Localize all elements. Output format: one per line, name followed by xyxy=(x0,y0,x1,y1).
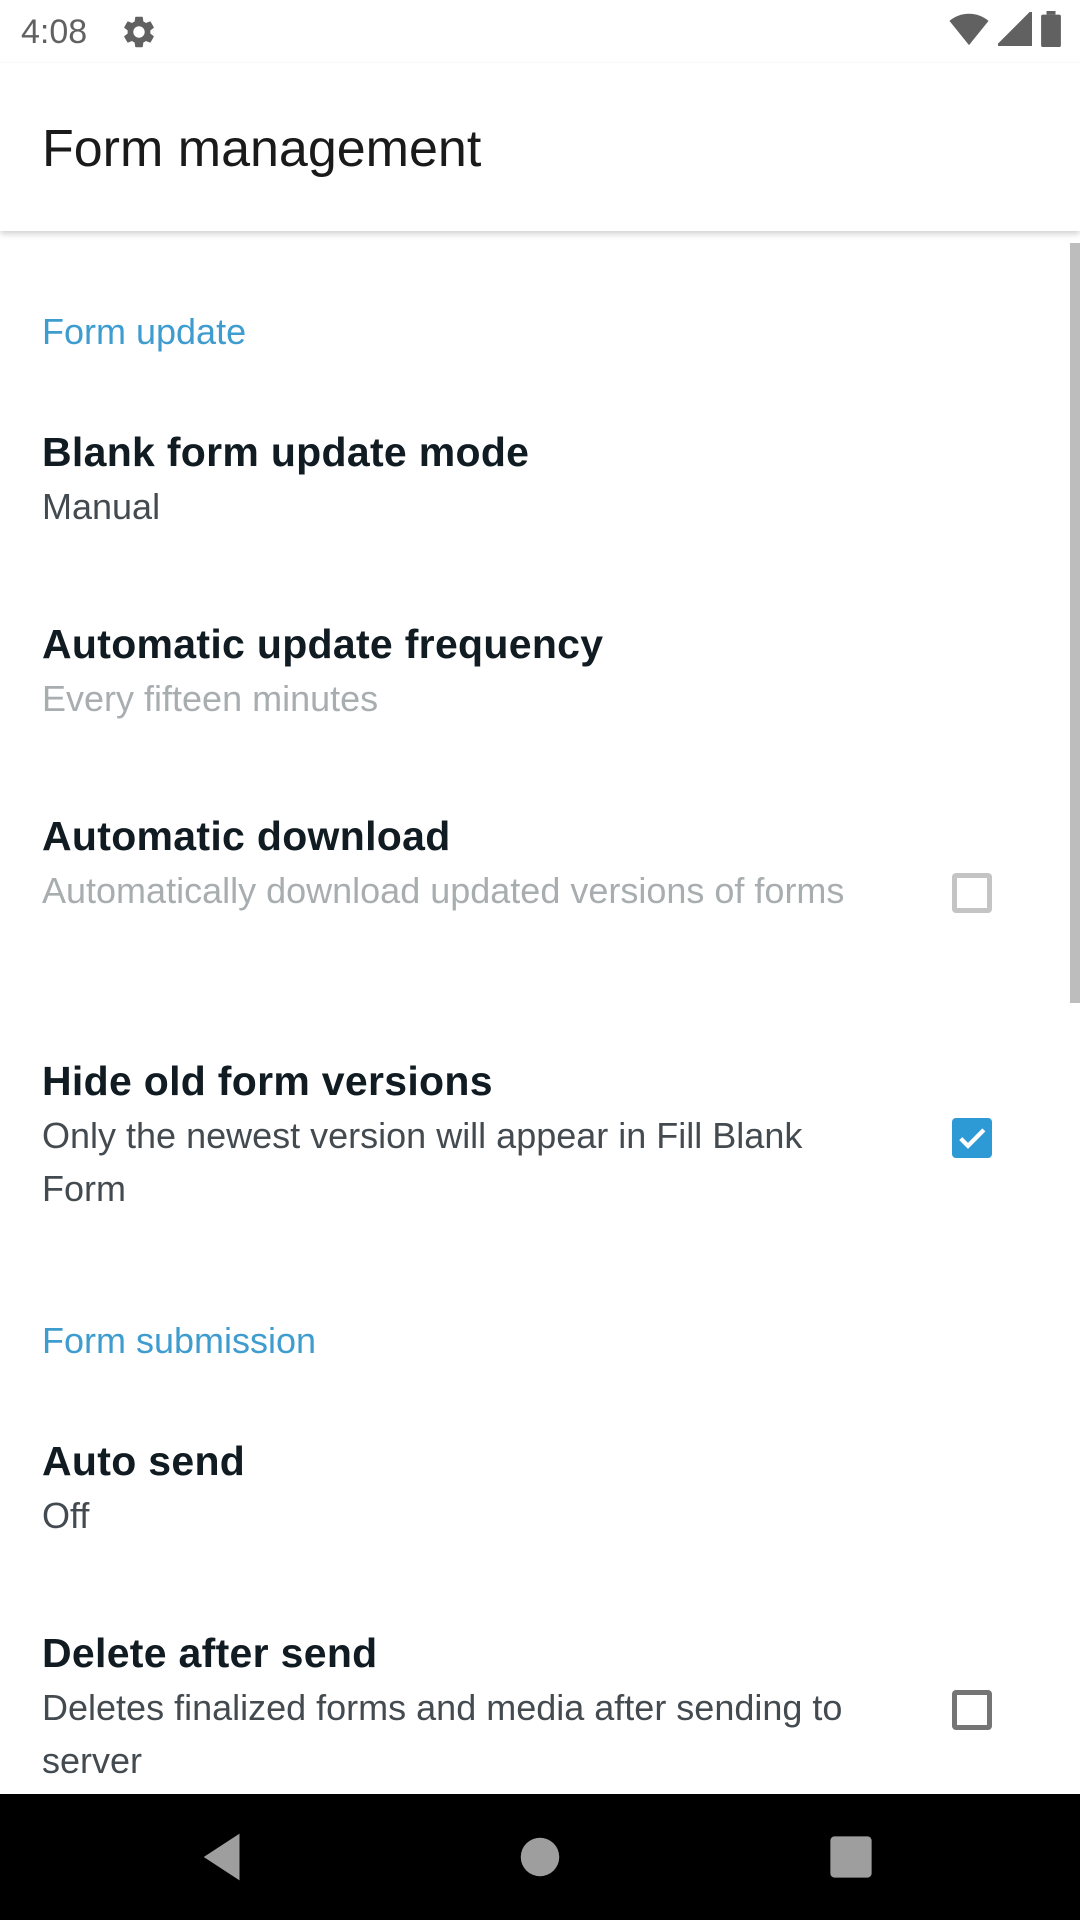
pref-automatic-update-frequency[interactable]: Automatic update frequency Every fifteen… xyxy=(0,618,1080,758)
pref-title: Auto send xyxy=(42,1438,246,1484)
pref-title: Delete after send xyxy=(42,1630,378,1676)
page-title: Form management xyxy=(42,120,482,178)
hide-old-form-versions-checkbox[interactable] xyxy=(952,1118,992,1158)
section-header-form-submission: Form submission xyxy=(42,1320,317,1361)
cellular-signal-icon xyxy=(995,9,1032,51)
pref-hide-old-form-versions[interactable]: Hide old form versions Only the newest v… xyxy=(0,1055,1080,1245)
pref-summary: Manual xyxy=(42,486,161,527)
back-icon[interactable] xyxy=(190,1824,256,1890)
pref-delete-after-send[interactable]: Delete after send Deletes finalized form… xyxy=(0,1627,1080,1794)
pref-title: Hide old form versions xyxy=(42,1058,493,1104)
pref-blank-form-update-mode[interactable]: Blank form update mode Manual xyxy=(0,426,1080,566)
app-bar: Form management xyxy=(0,63,1080,231)
pref-summary: Automatically download updated versions … xyxy=(42,870,845,911)
battery-icon xyxy=(1040,10,1062,52)
status-icons xyxy=(948,9,1062,52)
pref-automatic-download[interactable]: Automatic download Automatically downloa… xyxy=(0,810,1080,1000)
pref-summary: Only the newest version will appear in F… xyxy=(42,1115,803,1209)
home-icon[interactable] xyxy=(507,1824,573,1890)
screen: 4:08 Form management Form update Blank f… xyxy=(0,0,1080,1920)
pref-title: Automatic download xyxy=(42,813,451,859)
gear-icon xyxy=(120,13,158,51)
recents-icon[interactable] xyxy=(818,1824,884,1890)
delete-after-send-checkbox[interactable] xyxy=(952,1690,992,1730)
section-header-form-update: Form update xyxy=(42,311,247,352)
pref-auto-send[interactable]: Auto send Off xyxy=(0,1435,1080,1575)
status-time: 4:08 xyxy=(21,13,88,51)
pref-summary: Every fifteen minutes xyxy=(42,678,379,719)
preferences-list[interactable]: Form update Blank form update mode Manua… xyxy=(0,231,1080,1794)
wifi-icon xyxy=(948,12,990,51)
pref-summary: Deletes finalized forms and media after … xyxy=(42,1687,843,1781)
navigation-bar xyxy=(0,1794,1080,1920)
pref-title: Blank form update mode xyxy=(42,429,530,475)
pref-title: Automatic update frequency xyxy=(42,621,604,667)
automatic-download-checkbox[interactable] xyxy=(952,873,992,913)
status-bar: 4:08 xyxy=(0,0,1080,63)
pref-summary: Off xyxy=(42,1495,90,1536)
check-icon xyxy=(959,1128,986,1149)
